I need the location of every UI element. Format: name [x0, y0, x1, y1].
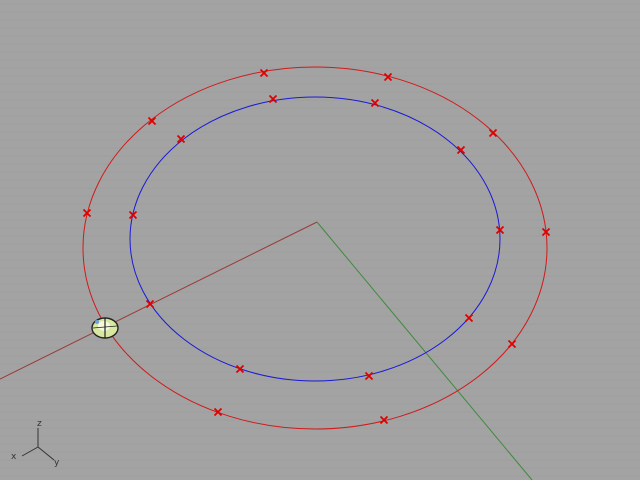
- axis-widget-y-label: y: [54, 458, 60, 468]
- control-point-x-mark-icon[interactable]: [364, 371, 374, 381]
- control-point-x-mark-icon[interactable]: [268, 94, 278, 104]
- construction-grid: [0, 3, 640, 477]
- axis-widget-y-line: [37, 446, 55, 461]
- axis-widget-x-line: [21, 446, 39, 457]
- inner-circle-curve[interactable]: [129, 96, 501, 382]
- perspective-viewport[interactable]: z x y: [0, 0, 640, 480]
- control-point-x-mark-icon[interactable]: [488, 128, 498, 138]
- control-point-x-mark-icon[interactable]: [464, 313, 474, 323]
- gumball-widget-icon[interactable]: [91, 317, 119, 339]
- axis-widget-x-label: x: [11, 452, 17, 462]
- control-point-x-mark-icon[interactable]: [370, 98, 380, 108]
- control-point-x-mark-icon[interactable]: [259, 68, 269, 78]
- control-points-group: [82, 68, 551, 425]
- world-y-axis-line: [316, 221, 533, 480]
- control-point-x-mark-icon[interactable]: [507, 339, 517, 349]
- world-x-axis-line: [0, 221, 318, 380]
- axis-widget: z x y: [11, 419, 60, 468]
- viewport-canvas[interactable]: z x y: [0, 0, 640, 480]
- axis-widget-z-label: z: [37, 419, 42, 429]
- control-point-x-mark-icon[interactable]: [235, 364, 245, 374]
